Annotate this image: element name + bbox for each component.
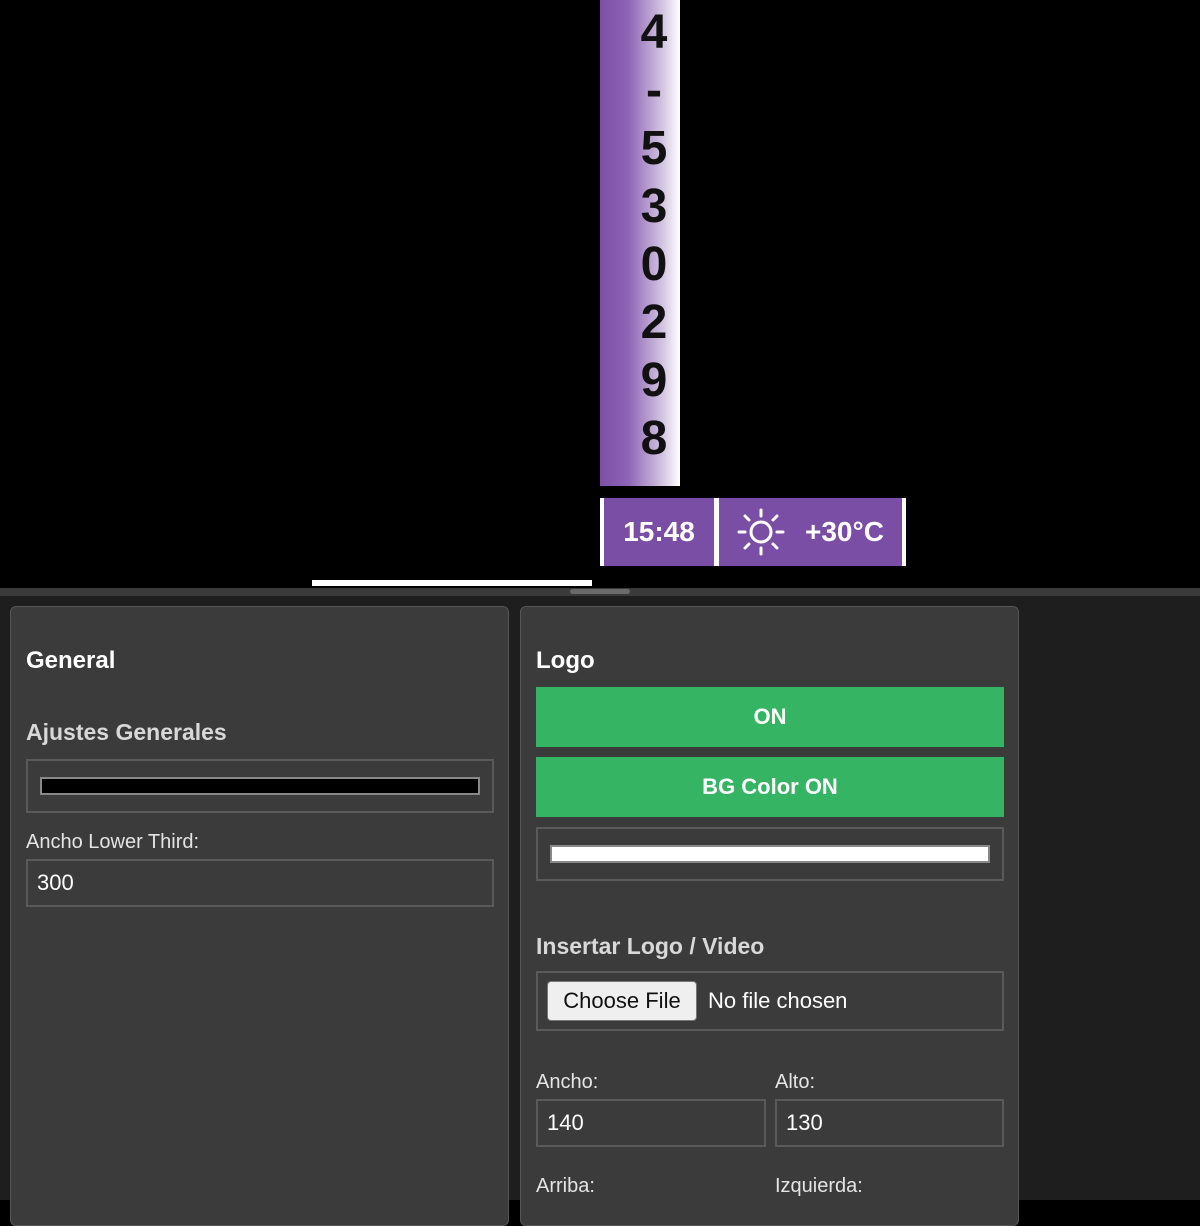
ticker-char: 4 [640,6,668,59]
width-input[interactable]: 300 [26,859,494,907]
clock-display: 15:48 [604,498,714,566]
logo-panel: Logo ON BG Color ON Insertar Logo / Vide… [520,606,1019,1226]
insert-logo-title: Insertar Logo / Video [536,933,765,959]
temperature-text: +30°C [805,516,884,547]
logo-top-label: Arriba: [536,1175,595,1197]
background-color-picker[interactable] [40,777,480,795]
general-panel-title: General [26,647,116,674]
ajustes-generales-title: Ajustes Generales [26,719,227,745]
logo-width-input[interactable]: 140 [536,1099,766,1147]
choose-file-button[interactable]: Choose File [547,981,697,1021]
logo-on-button[interactable]: ON [536,687,1004,747]
resize-divider[interactable] [0,588,1200,596]
vertical-ticker: 4 - 5 3 0 2 9 8 [600,0,680,486]
width-label: Ancho Lower Third: [26,831,200,853]
control-area: General Ajustes Generales Ancho Lower Th… [0,596,1200,1226]
ticker-char: 8 [640,412,668,465]
general-panel: General Ajustes Generales Ancho Lower Th… [10,606,509,1226]
ticker-char: 5 [640,122,668,175]
resize-handle[interactable] [570,589,630,594]
logo-left-label: Izquierda: [775,1175,863,1197]
ticker-text: 4 - 5 3 0 2 9 8 [600,4,708,468]
weather-display: +30°C [719,498,902,566]
file-upload-field: Choose File No file chosen [536,971,1004,1031]
ticker-char: - [646,64,662,117]
logo-bg-color-field [536,827,1004,881]
file-status-text: No file chosen [708,988,848,1013]
logo-width-label: Ancho: [536,1071,599,1093]
preview-area: 4 - 5 3 0 2 9 8 15:48 +30°C [0,0,1200,588]
ticker-char: 0 [640,238,668,291]
bg-color-on-button[interactable]: BG Color ON [536,757,1004,817]
background-color-field [26,759,494,813]
ticker-char: 3 [640,180,668,233]
clock-weather-bar: 15:48 +30°C [600,498,906,566]
logo-height-label: Alto: [775,1071,816,1093]
logo-bg-color-picker[interactable] [550,845,990,863]
ticker-char: 2 [640,296,668,349]
ticker-char: 9 [640,354,668,407]
logo-panel-title: Logo [536,647,595,674]
preview-progress-line [312,580,592,586]
logo-height-input[interactable]: 130 [775,1099,1004,1147]
